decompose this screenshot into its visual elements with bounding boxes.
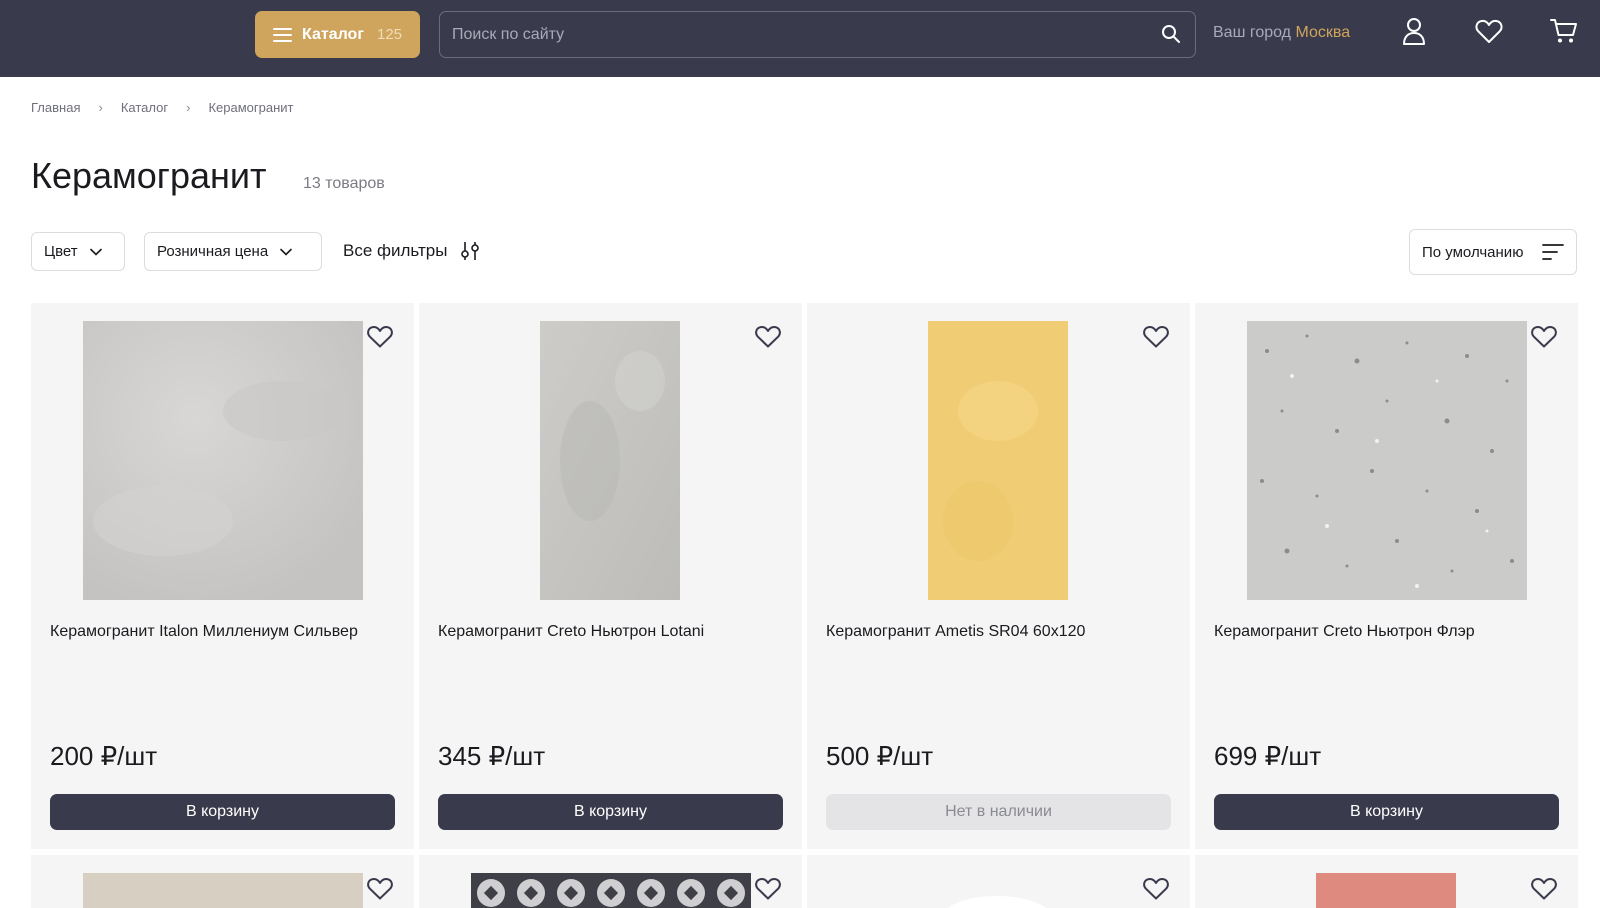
- city-selector[interactable]: Ваш город Москва: [1213, 24, 1350, 42]
- breadcrumb-catalog[interactable]: Каталог: [121, 100, 168, 115]
- heart-icon[interactable]: [1142, 323, 1170, 349]
- heart-icon[interactable]: [1530, 875, 1558, 901]
- cart-icon[interactable]: [1549, 16, 1579, 46]
- page-title: Керамогранит: [31, 155, 267, 196]
- sort-label: По умолчанию: [1422, 243, 1524, 261]
- heart-icon[interactable]: [366, 323, 394, 349]
- tile-texture: [948, 896, 1046, 908]
- product-card[interactable]: [1195, 855, 1578, 908]
- all-filters-button[interactable]: Все фильтры: [343, 241, 481, 261]
- sort-icon: [1542, 244, 1564, 260]
- filter-color-label: Цвет: [44, 243, 78, 260]
- catalog-count: 125: [376, 26, 403, 43]
- product-price: 699 ₽/шт: [1214, 741, 1322, 771]
- user-icon[interactable]: [1399, 16, 1429, 46]
- menu-icon: [273, 27, 292, 42]
- product-card[interactable]: [419, 855, 802, 908]
- product-card[interactable]: [31, 855, 414, 908]
- filter-price-label: Розничная цена: [157, 243, 269, 260]
- product-image[interactable]: [83, 321, 363, 600]
- tile-texture: [540, 321, 680, 600]
- heart-icon[interactable]: [1530, 323, 1558, 349]
- filter-color[interactable]: Цвет: [31, 232, 125, 271]
- heart-icon[interactable]: [754, 875, 782, 901]
- filter-price[interactable]: Розничная цена: [144, 232, 322, 271]
- breadcrumb-home[interactable]: Главная: [31, 100, 80, 115]
- product-title[interactable]: Керамогранит Ametis SR04 60x120: [826, 621, 1176, 643]
- breadcrumb: Главная › Каталог › Керамогранит: [31, 100, 293, 115]
- product-price: 500 ₽/шт: [826, 741, 934, 771]
- heart-icon[interactable]: [754, 323, 782, 349]
- product-card[interactable]: Керамогранит Creto Ньютрон Lotani 345 ₽/…: [419, 303, 802, 849]
- product-card[interactable]: [807, 855, 1190, 908]
- tile-texture: [928, 321, 1068, 600]
- filters-icon: [461, 242, 480, 260]
- add-to-cart-button[interactable]: В корзину: [50, 794, 395, 830]
- all-filters-label: Все фильтры: [343, 241, 448, 260]
- search-input[interactable]: [452, 12, 1132, 57]
- product-price: 200 ₽/шт: [50, 741, 158, 771]
- product-card[interactable]: Керамогранит Italon Миллениум Сильвер 20…: [31, 303, 414, 849]
- breadcrumb-separator-icon: ›: [186, 100, 191, 115]
- chevron-down-icon: [280, 248, 292, 256]
- product-image[interactable]: [83, 873, 363, 908]
- add-to-cart-button[interactable]: В корзину: [1214, 794, 1559, 830]
- city-label: Ваш город: [1213, 24, 1292, 41]
- catalog-button-label: Каталог: [302, 25, 364, 43]
- catalog-button[interactable]: Каталог 125: [255, 11, 420, 58]
- tile-texture: [1247, 321, 1527, 600]
- product-card[interactable]: Керамогранит Ametis SR04 60x120 500 ₽/шт…: [807, 303, 1190, 849]
- sort-dropdown[interactable]: По умолчанию: [1409, 229, 1577, 275]
- breadcrumb-current: Керамогранит: [208, 100, 294, 115]
- search-icon[interactable]: [1161, 24, 1181, 44]
- search-box: [439, 11, 1196, 58]
- product-image[interactable]: [1247, 321, 1527, 600]
- add-to-cart-button[interactable]: В корзину: [438, 794, 783, 830]
- product-image[interactable]: [937, 873, 1057, 908]
- tile-texture: [471, 873, 751, 908]
- product-image[interactable]: [540, 321, 680, 600]
- product-card[interactable]: Керамогранит Creto Ньютрон Флэр 699 ₽/шт…: [1195, 303, 1578, 849]
- site-header: Каталог 125 Ваш город Москва: [0, 0, 1600, 77]
- product-image[interactable]: [1316, 873, 1456, 908]
- breadcrumb-separator-icon: ›: [98, 100, 103, 115]
- product-title[interactable]: Керамогранит Creto Ньютрон Lotani: [438, 621, 788, 643]
- product-image[interactable]: [471, 873, 751, 908]
- chevron-down-icon: [89, 248, 102, 256]
- out-of-stock-button: Нет в наличии: [826, 794, 1171, 830]
- product-price: 345 ₽/шт: [438, 741, 546, 771]
- product-title[interactable]: Керамогранит Italon Миллениум Сильвер: [50, 621, 400, 643]
- heart-icon[interactable]: [1142, 875, 1170, 901]
- product-title[interactable]: Керамогранит Creto Ньютрон Флэр: [1214, 621, 1564, 643]
- heart-icon[interactable]: [1474, 16, 1504, 46]
- heart-icon[interactable]: [366, 875, 394, 901]
- item-count: 13 товаров: [303, 175, 385, 192]
- city-name[interactable]: Москва: [1295, 24, 1350, 41]
- product-image[interactable]: [928, 321, 1068, 600]
- tile-texture: [83, 321, 363, 600]
